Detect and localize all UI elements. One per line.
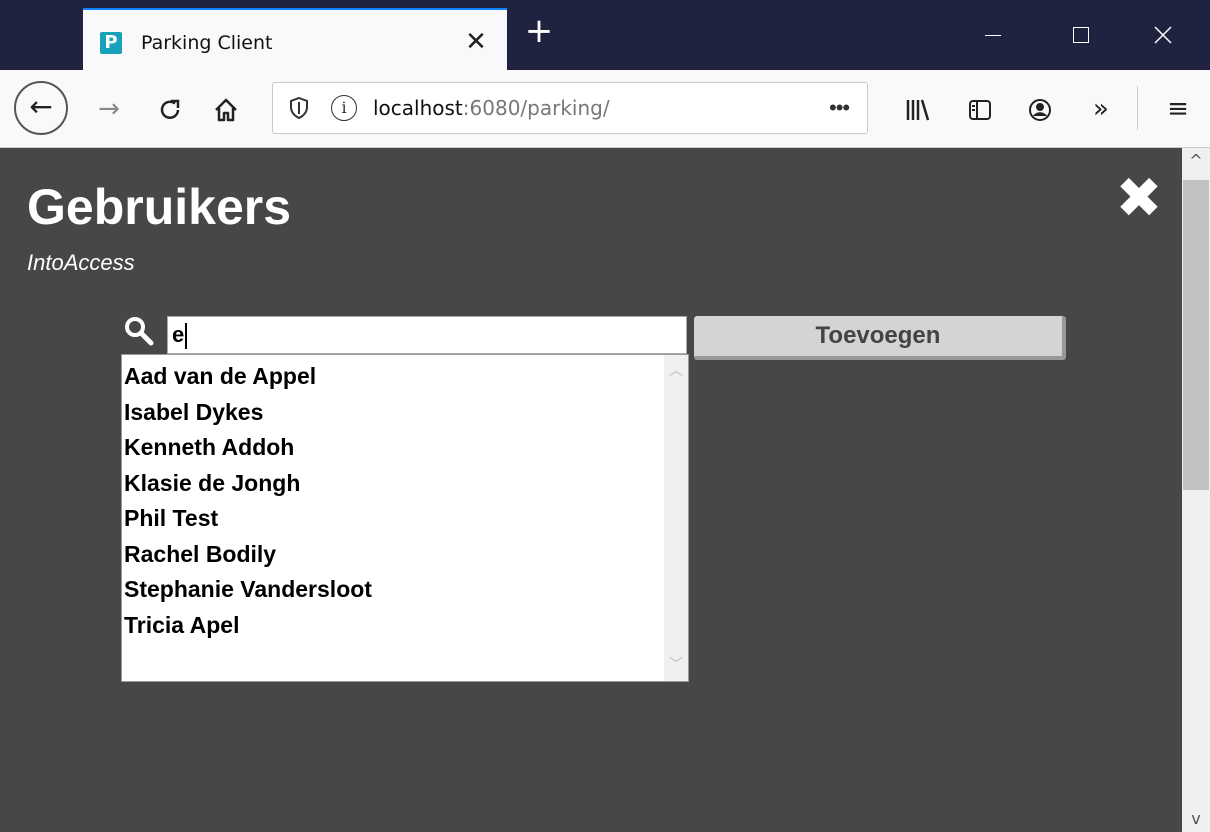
list-item[interactable]: Stephanie Vandersloot (122, 572, 662, 608)
library-button[interactable] (900, 92, 936, 126)
list-item[interactable]: Klasie de Jongh (122, 466, 662, 502)
close-page-icon[interactable]: ✖ (1112, 171, 1166, 227)
account-button[interactable] (1022, 92, 1058, 126)
forward-arrow-icon: → (98, 94, 120, 124)
search-icon (122, 314, 156, 348)
list-item[interactable]: Aad van de Appel (122, 359, 662, 395)
sidebar-icon (969, 99, 991, 120)
tab-title: Parking Client (141, 32, 273, 54)
hamburger-icon: ≡ (1167, 94, 1189, 124)
maximize-button[interactable] (1058, 18, 1104, 52)
reload-icon (160, 99, 180, 119)
text-caret (185, 323, 187, 350)
url-path: :6080/parking/ (462, 96, 610, 120)
page-actions-icon[interactable]: ••• (829, 91, 850, 125)
scroll-down-icon[interactable]: ﹀ (664, 653, 688, 677)
url-host: localhost (373, 96, 463, 120)
minimize-icon (985, 34, 1001, 36)
url-text[interactable]: localhost:6080/parking/ (373, 96, 610, 120)
reload-button[interactable] (152, 92, 188, 126)
site-info-icon[interactable]: i (331, 95, 357, 121)
library-icon (906, 99, 930, 120)
scroll-up-icon[interactable]: ^ (1182, 148, 1210, 174)
listbox-scrollbar[interactable]: ︿ ﹀ (664, 355, 688, 681)
navigation-toolbar: ← → i localhost:6080/parking/ ••• » ≡ (0, 70, 1210, 148)
minimize-button[interactable] (970, 18, 1016, 52)
maximize-icon (1073, 27, 1089, 43)
list-item[interactable]: Rachel Bodily (122, 537, 662, 573)
page-scrollbar[interactable]: ^ v (1182, 148, 1210, 832)
forward-button[interactable]: → (92, 92, 126, 126)
tab-strip: P Parking Client ✕ + (0, 0, 1210, 70)
window-close-button[interactable] (1140, 18, 1186, 52)
page-title: Gebruikers (27, 179, 292, 235)
page-subtitle: IntoAccess (27, 250, 135, 275)
scroll-down-icon[interactable]: v (1182, 806, 1210, 832)
user-listbox[interactable]: Aad van de Appel Isabel Dykes Kenneth Addo… (121, 354, 689, 682)
scroll-up-icon[interactable]: ︿ (664, 359, 688, 383)
list-item[interactable]: Kenneth Addoh (122, 430, 662, 466)
list-item[interactable]: Phil Test (122, 501, 662, 537)
new-tab-button[interactable]: + (522, 14, 556, 50)
parking-favicon-icon: P (100, 32, 122, 54)
search-input[interactable]: e (167, 316, 687, 354)
account-icon (1029, 98, 1051, 121)
overflow-menu-button[interactable]: » (1084, 92, 1118, 126)
hamburger-menu-button[interactable]: ≡ (1160, 92, 1196, 126)
list-item[interactable]: Isabel Dykes (122, 395, 662, 431)
sidebar-button[interactable] (962, 92, 998, 126)
add-user-button[interactable]: Toevoegen (694, 316, 1066, 360)
home-button[interactable] (208, 92, 244, 126)
double-chevron-icon: » (1093, 94, 1109, 124)
toolbar-separator (1137, 86, 1138, 130)
scrollbar-thumb[interactable] (1183, 180, 1209, 490)
browser-tab[interactable]: P Parking Client ✕ (83, 8, 507, 70)
list-item[interactable]: Tricia Apel (122, 608, 662, 644)
home-icon (215, 98, 237, 121)
tab-close-icon[interactable]: ✕ (461, 26, 491, 56)
page-content: Gebruikers IntoAccess ✖ e Toevoegen Aad … (0, 148, 1182, 832)
back-arrow-icon: ← (29, 90, 53, 123)
tracking-shield-icon[interactable] (285, 93, 313, 123)
user-list: Aad van de Appel Isabel Dykes Kenneth Addo… (122, 359, 662, 643)
close-icon (1154, 26, 1172, 44)
url-bar[interactable]: i localhost:6080/parking/ ••• (272, 82, 868, 134)
back-button[interactable]: ← (14, 81, 68, 135)
